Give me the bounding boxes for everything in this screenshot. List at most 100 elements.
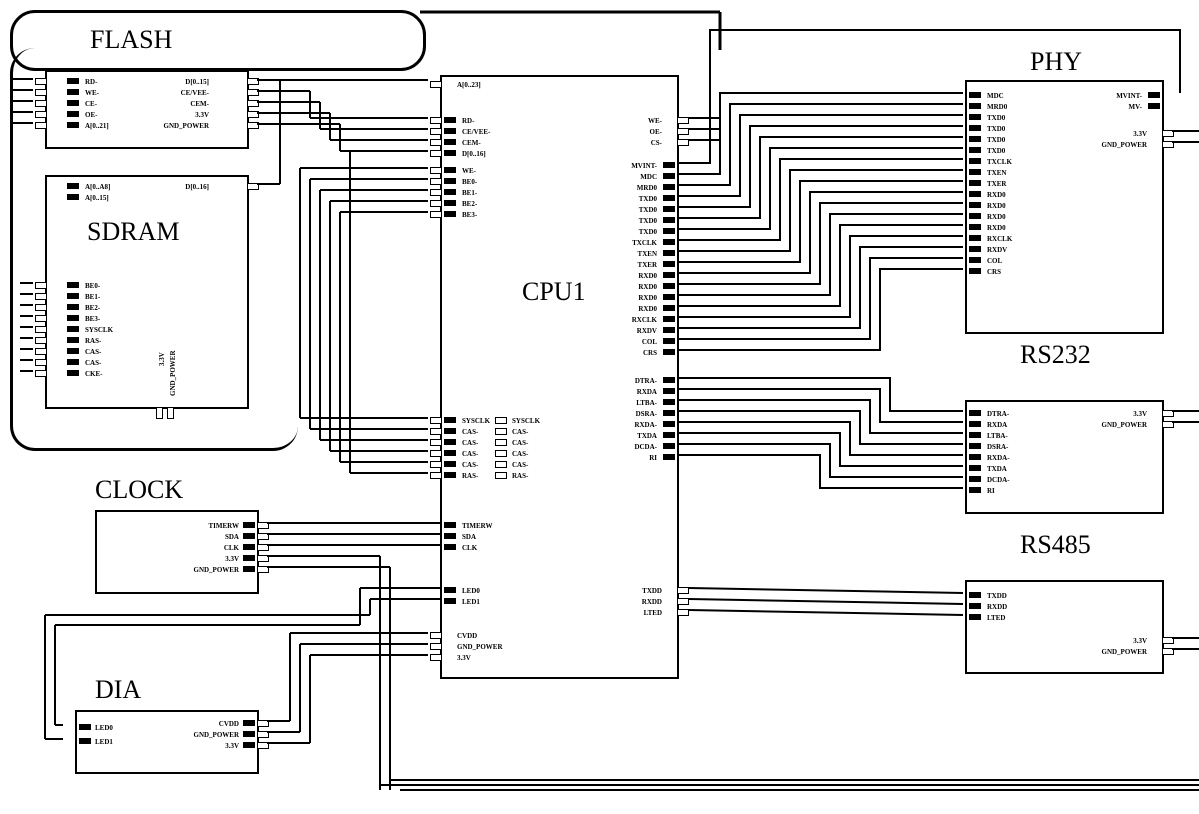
clock-pin: CLK: [224, 544, 239, 552]
pin-marker: [444, 128, 456, 134]
dia-pin: CVDD: [219, 720, 239, 728]
pin-marker: [969, 224, 981, 230]
pin-marker: [430, 450, 442, 457]
phy-pin: TXD0: [987, 125, 1005, 133]
pin-marker: [663, 228, 675, 234]
rs485-pin: LTED: [987, 614, 1005, 622]
pin-marker: [969, 487, 981, 493]
rs485-pin: 3.3V: [1133, 637, 1147, 645]
pin-marker: [495, 428, 507, 435]
bus-route: [10, 48, 298, 451]
cpu-pin: TIMERW: [462, 522, 492, 530]
cpu-pin: RXD0: [638, 272, 657, 280]
pin-marker: [430, 189, 442, 196]
pin-marker: [1162, 421, 1174, 428]
pin-marker: [663, 184, 675, 190]
phy-pin: RXD0: [987, 191, 1006, 199]
pin-marker: [969, 125, 981, 131]
pin-marker: [444, 150, 456, 156]
phy-pin: TXD0: [987, 136, 1005, 144]
pin-marker: [969, 410, 981, 416]
clock-pin: GND_POWER: [194, 566, 240, 574]
pin-marker: [663, 217, 675, 223]
pin-marker: [495, 461, 507, 468]
pin-marker: [79, 724, 91, 730]
pin-marker: [430, 439, 442, 446]
pin-marker: [663, 421, 675, 427]
pin-marker: [663, 173, 675, 179]
dia-pin: LED0: [95, 724, 113, 732]
cpu-pin: RXCLK: [632, 316, 657, 324]
cpu-pin: LTED: [644, 609, 662, 617]
pin-marker: [243, 720, 255, 726]
cpu-pin: SYSCLK: [462, 417, 490, 425]
pin-marker: [969, 246, 981, 252]
pin-marker: [969, 421, 981, 427]
rs232-pin: TXDA: [987, 465, 1007, 473]
pin-marker: [444, 200, 456, 206]
pin-marker: [969, 476, 981, 482]
pin-marker: [1162, 141, 1174, 148]
cpu-pin: CVDD: [457, 632, 477, 640]
pin-marker: [243, 731, 255, 737]
pin-marker: [430, 178, 442, 185]
cpu-pin: TXCLK: [632, 239, 657, 247]
pin-marker: [663, 443, 675, 449]
pin-marker: [444, 587, 456, 593]
cpu-pin: TXER: [638, 261, 657, 269]
pin-marker: [969, 136, 981, 142]
pin-marker: [969, 114, 981, 120]
phy-pin: RXDV: [987, 246, 1007, 254]
cpu-pin: TXD0: [639, 217, 657, 225]
pin-marker: [444, 598, 456, 604]
pin-marker: [663, 294, 675, 300]
cpu-pin: TXD0: [639, 206, 657, 214]
pin-marker: [430, 128, 442, 135]
pin-marker: [430, 428, 442, 435]
pin-marker: [495, 450, 507, 457]
rs232-pin: DSRA-: [987, 443, 1008, 451]
pin-marker: [257, 544, 269, 551]
pin-marker: [969, 432, 981, 438]
rs232-title: RS232: [1020, 340, 1091, 370]
cpu-pin: CAS-: [512, 428, 528, 436]
cpu-pin: CAS-: [462, 450, 478, 458]
pin-marker: [663, 261, 675, 267]
dia-pin: LED1: [95, 738, 113, 746]
pin-marker: [969, 202, 981, 208]
pin-marker: [663, 410, 675, 416]
cpu-pin: BE0-: [462, 178, 477, 186]
cpu-pin: RXD0: [638, 283, 657, 291]
pin-marker: [257, 522, 269, 529]
pin-marker: [969, 235, 981, 241]
pin-marker: [243, 555, 255, 561]
cpu-pin: CAS-: [462, 439, 478, 447]
rs485-title: RS485: [1020, 530, 1091, 560]
pin-marker: [663, 377, 675, 383]
phy-pin: COL: [987, 257, 1002, 265]
pin-marker: [969, 158, 981, 164]
pin-marker: [243, 566, 255, 572]
pin-marker: [663, 162, 675, 168]
cpu1-title: CPU1: [522, 277, 586, 307]
cpu1-block: CPU1 A[0..23] RD- CE/VEE- CEM- D[0..16] …: [440, 75, 679, 679]
pin-marker: [444, 461, 456, 467]
pin-marker: [430, 81, 442, 88]
cpu-pin: CAS-: [462, 428, 478, 436]
pin-marker: [969, 603, 981, 609]
pin-marker: [444, 544, 456, 550]
clock-block: TIMERW SDA CLK 3.3V GND_POWER: [95, 510, 259, 594]
pin-marker: [495, 417, 507, 424]
pin-marker: [243, 742, 255, 748]
clock-title: CLOCK: [95, 475, 183, 505]
pin-marker: [663, 239, 675, 245]
pin-marker: [1162, 410, 1174, 417]
cpu-pin: TXD0: [639, 195, 657, 203]
pin-marker: [969, 147, 981, 153]
cpu-pin: BE2-: [462, 200, 477, 208]
pin-marker: [969, 92, 981, 98]
cpu-pin: RD-: [462, 117, 474, 125]
dia-pin: 3.3V: [225, 742, 239, 750]
pin-marker: [444, 178, 456, 184]
pin-marker: [257, 720, 269, 727]
